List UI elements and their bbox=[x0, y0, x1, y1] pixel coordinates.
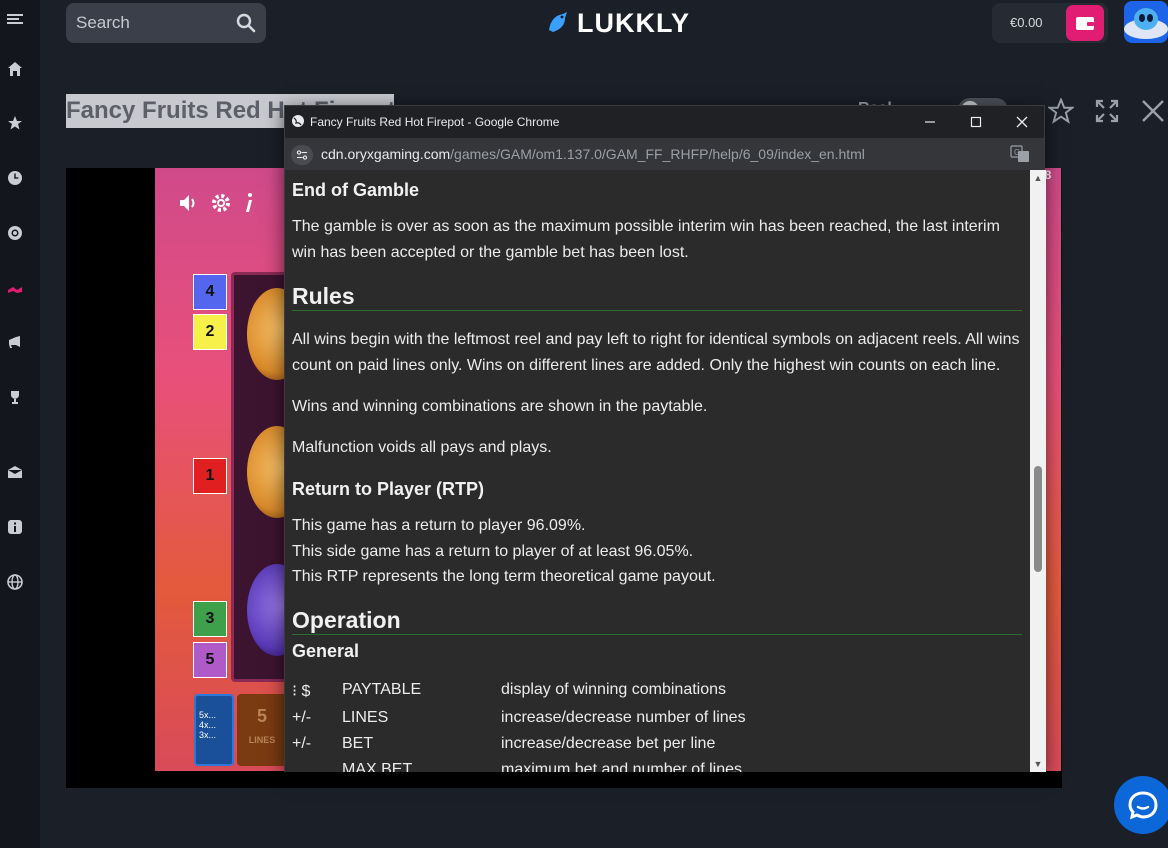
popup-scrollbar[interactable]: ▲ ▼ bbox=[1030, 170, 1046, 772]
svg-text:G: G bbox=[1014, 148, 1020, 157]
favorite-star-icon[interactable] bbox=[1046, 96, 1076, 126]
scrollbar-thumb[interactable] bbox=[1034, 466, 1042, 572]
globe-icon[interactable] bbox=[6, 573, 24, 591]
lines-label: LINES bbox=[248, 735, 276, 745]
rtp-line: This game has a return to player 96.09%. bbox=[292, 517, 586, 534]
operation-description: maximum bet and number of lines bbox=[501, 761, 742, 772]
url-text[interactable]: cdn.oryxgaming.com/games/GAM/om1.137.0/G… bbox=[321, 146, 865, 162]
rtp-line: This side game has a return to player of… bbox=[292, 543, 694, 560]
paytable-line: 5x... bbox=[199, 710, 217, 720]
line-number-badge: 1 bbox=[193, 458, 227, 494]
chat-icon bbox=[1128, 791, 1158, 820]
star-icon[interactable] bbox=[6, 114, 24, 132]
operation-symbol: ⁝ $ bbox=[292, 683, 311, 700]
clock-icon[interactable] bbox=[6, 169, 24, 187]
sound-icon[interactable] bbox=[178, 193, 200, 213]
minimize-button[interactable] bbox=[907, 106, 953, 138]
lines-value: 5 bbox=[256, 706, 267, 726]
mail-icon[interactable] bbox=[6, 463, 24, 481]
url-host: cdn.oryxgaming.com bbox=[321, 146, 451, 162]
search-placeholder: Search bbox=[76, 13, 130, 32]
minimize-icon bbox=[925, 121, 935, 123]
rtp-line: This RTP represents the long term theore… bbox=[292, 568, 716, 585]
deposit-button[interactable] bbox=[1066, 5, 1104, 41]
maximize-icon bbox=[970, 116, 982, 128]
address-bar[interactable]: cdn.oryxgaming.com/games/GAM/om1.137.0/G… bbox=[285, 138, 1044, 170]
settings-gear-icon[interactable] bbox=[210, 192, 232, 214]
operation-name: PAYTABLE bbox=[342, 681, 422, 698]
bird-logo-icon bbox=[549, 12, 567, 32]
operation-name: LINES bbox=[342, 709, 389, 726]
trophy-icon[interactable] bbox=[6, 388, 24, 406]
operation-description: increase/decrease number of lines bbox=[501, 709, 746, 726]
search-input[interactable]: Search bbox=[66, 3, 266, 43]
fullscreen-icon[interactable] bbox=[1092, 96, 1122, 126]
site-info-button[interactable] bbox=[291, 145, 313, 165]
scroll-down-icon[interactable]: ▼ bbox=[1033, 759, 1043, 769]
home-icon[interactable] bbox=[6, 60, 24, 78]
operation-row: ⁝ $ PAYTABLE display of winning combinat… bbox=[292, 681, 1022, 707]
rtp-heading: Return to Player (RTP) bbox=[292, 479, 485, 499]
close-game-icon[interactable] bbox=[1138, 96, 1168, 126]
wallet-widget[interactable]: €0.00 bbox=[992, 3, 1108, 43]
brand-name: LUKKLY bbox=[577, 7, 691, 38]
section-divider bbox=[292, 634, 1022, 635]
operation-row: +/- LINES increase/decrease number of li… bbox=[292, 709, 1022, 735]
rules-paragraph: All wins begin with the leftmost reel an… bbox=[292, 331, 1020, 374]
operation-row: +/- BET increase/decrease bet per line bbox=[292, 735, 1022, 761]
operation-row: MAX BET maximum bet and number of lines bbox=[292, 761, 1022, 772]
operation-description: display of winning combinations bbox=[501, 681, 727, 698]
general-heading: General bbox=[292, 641, 360, 661]
alien-avatar-icon bbox=[1124, 8, 1168, 39]
close-window-button[interactable] bbox=[999, 106, 1045, 138]
lines-button[interactable]: 5 LINES bbox=[237, 694, 287, 766]
game-toolbar bbox=[178, 192, 256, 214]
operation-description: increase/decrease bet per line bbox=[501, 735, 716, 752]
section-divider bbox=[292, 310, 1022, 311]
megaphone-icon[interactable] bbox=[6, 333, 24, 351]
url-path: /games/GAM/om1.137.0/GAM_FF_RHFP/help/6_… bbox=[450, 146, 865, 162]
paytable-line: 3x... bbox=[199, 730, 217, 740]
help-content[interactable]: End of Gamble The gamble is over as soon… bbox=[285, 170, 1030, 772]
end-of-gamble-heading: End of Gamble bbox=[292, 180, 420, 200]
scroll-up-icon[interactable]: ▲ bbox=[1033, 173, 1043, 183]
tune-icon bbox=[296, 150, 308, 160]
maximize-button[interactable] bbox=[953, 106, 999, 138]
left-nav-rail bbox=[0, 0, 40, 848]
rules-paragraph: Wins and winning combinations are shown … bbox=[292, 398, 708, 415]
paytable-button[interactable]: 5x... 4x... 3x... bbox=[194, 694, 234, 766]
help-popup-window[interactable]: Fancy Fruits Red Hot Firepot - Google Ch… bbox=[284, 105, 1046, 772]
end-of-gamble-text: The gamble is over as soon as the maximu… bbox=[292, 218, 1000, 261]
translate-icon[interactable]: G bbox=[1010, 145, 1030, 163]
popup-window-title: Fancy Fruits Red Hot Firepot - Google Ch… bbox=[310, 115, 560, 129]
line-number-badge: 5 bbox=[193, 642, 227, 678]
close-icon bbox=[1016, 116, 1028, 128]
operation-symbol: +/- bbox=[292, 709, 312, 726]
avatar[interactable] bbox=[1124, 1, 1168, 43]
brand-logo[interactable]: LUKKLY bbox=[545, 6, 690, 40]
operation-name: BET bbox=[342, 735, 374, 752]
wallet-balance: €0.00 bbox=[1010, 15, 1043, 30]
globe-icon bbox=[292, 115, 304, 127]
menu-toggle-icon[interactable] bbox=[6, 10, 24, 28]
operation-heading: Operation bbox=[292, 607, 401, 633]
rules-heading: Rules bbox=[292, 283, 355, 309]
operation-symbol: +/- bbox=[292, 735, 312, 752]
info-icon[interactable] bbox=[6, 518, 24, 536]
live-casino-icon[interactable] bbox=[6, 280, 24, 298]
wallet-icon bbox=[1076, 17, 1094, 30]
line-number-badge: 4 bbox=[193, 274, 227, 310]
line-number-badge: 2 bbox=[193, 314, 227, 350]
operation-name: MAX BET bbox=[342, 761, 413, 772]
casino-chip-icon[interactable] bbox=[6, 224, 24, 242]
line-number-badge: 3 bbox=[193, 601, 227, 637]
support-chat-button[interactable] bbox=[1114, 776, 1168, 834]
info-i-icon[interactable] bbox=[242, 192, 256, 214]
rules-paragraph: Malfunction voids all pays and plays. bbox=[292, 439, 552, 456]
search-icon[interactable] bbox=[236, 13, 256, 33]
paytable-line: 4x... bbox=[199, 720, 217, 730]
